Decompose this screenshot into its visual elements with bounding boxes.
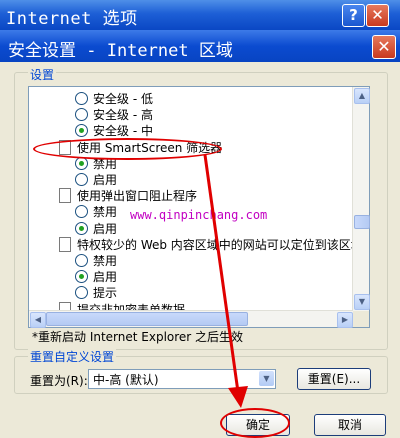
radio-button-icon[interactable]: [75, 221, 88, 235]
scroll-up-icon[interactable]: ▲: [354, 88, 370, 104]
vertical-scroll-thumb[interactable]: [354, 215, 370, 229]
radio-option[interactable]: 禁用: [75, 204, 117, 220]
dialog-title: 安全设置 - Internet 区域: [8, 41, 233, 61]
radio-button-icon[interactable]: [75, 254, 88, 267]
radio-button-icon[interactable]: [75, 173, 88, 186]
setting-label: 提示: [93, 286, 118, 301]
radio-option[interactable]: 禁用: [75, 253, 117, 269]
radio-option[interactable]: 启用: [75, 221, 117, 237]
chevron-down-icon[interactable]: ▼: [259, 371, 274, 386]
radio-option[interactable]: 启用: [75, 269, 117, 285]
annotation-oval-smartscreen: [33, 138, 222, 160]
document-icon: [59, 236, 71, 252]
scroll-down-icon[interactable]: ▼: [354, 294, 370, 310]
setting-label: 启用: [93, 173, 118, 187]
setting-label: 特权较少的 Web 内容区域中的网站可以定位到该区域: [77, 237, 363, 252]
reset-level-value: 中-高 (默认): [93, 373, 159, 387]
setting-label: 使用弹出窗口阻止程序: [77, 189, 198, 204]
horizontal-scrollbar[interactable]: ◀ ▶: [29, 310, 353, 328]
reset-level-dropdown[interactable]: 中-高 (默认) ▼: [88, 369, 276, 389]
radio-option[interactable]: 安全级 - 中: [75, 123, 153, 139]
scrollbar-corner: [353, 311, 369, 327]
setting-label: 安全级 - 低: [93, 92, 153, 106]
setting-category: 使用弹出窗口阻止程序: [59, 188, 197, 204]
close-icon: ✕: [371, 6, 384, 24]
setting-category: 特权较少的 Web 内容区域中的网站可以定位到该区域: [59, 236, 363, 253]
background-window-title: Internet 选项: [6, 9, 138, 29]
setting-label: 禁用: [93, 205, 118, 220]
radio-option[interactable]: 安全级 - 高: [75, 107, 153, 123]
radio-button-icon[interactable]: [75, 108, 88, 122]
radio-button-icon[interactable]: [75, 286, 88, 300]
radio-button-icon[interactable]: [75, 205, 88, 219]
setting-label: 启用: [93, 270, 118, 285]
scroll-right-icon[interactable]: ▶: [337, 312, 353, 328]
help-icon: ?: [349, 6, 358, 24]
reset-button[interactable]: 重置(E)...: [297, 368, 371, 390]
radio-option[interactable]: 安全级 - 低: [75, 91, 153, 107]
scroll-left-icon[interactable]: ◀: [30, 312, 46, 328]
radio-option[interactable]: 启用: [75, 172, 117, 188]
reset-to-label: 重置为(R):: [30, 374, 88, 388]
help-button[interactable]: ?: [342, 4, 365, 27]
radio-button-icon[interactable]: [75, 92, 88, 105]
annotation-oval-ok: [220, 408, 290, 438]
settings-group-label: 设置: [28, 66, 57, 83]
setting-label: 安全级 - 高: [93, 108, 153, 123]
vertical-scrollbar[interactable]: ▲ ▼: [352, 87, 370, 311]
cancel-button[interactable]: 取消: [314, 414, 386, 436]
radio-option[interactable]: 提示: [75, 285, 117, 301]
background-close-button[interactable]: ✕: [366, 4, 389, 27]
document-icon: [59, 188, 71, 204]
radio-button-icon[interactable]: [75, 124, 88, 138]
watermark-text: www.qinpinchang.com: [130, 208, 268, 222]
background-window-titlebar: Internet 选项 ? ✕: [0, 0, 400, 30]
setting-label: 禁用: [93, 254, 118, 268]
horizontal-scroll-thumb[interactable]: [46, 312, 248, 326]
dialog-titlebar: 安全设置 - Internet 区域 ✕: [0, 30, 400, 62]
reset-group-label: 重置自定义设置: [28, 348, 117, 365]
radio-button-icon[interactable]: [75, 270, 88, 284]
setting-label: 启用: [93, 221, 118, 236]
settings-list[interactable]: 安全级 - 低安全级 - 高安全级 - 中使用 SmartScreen 筛选器禁…: [28, 86, 370, 328]
setting-label: 安全级 - 中: [93, 124, 153, 139]
dialog-close-button[interactable]: ✕: [372, 35, 396, 59]
restart-note: *重新启动 Internet Explorer 之后生效: [32, 330, 244, 344]
close-icon: ✕: [377, 37, 391, 56]
